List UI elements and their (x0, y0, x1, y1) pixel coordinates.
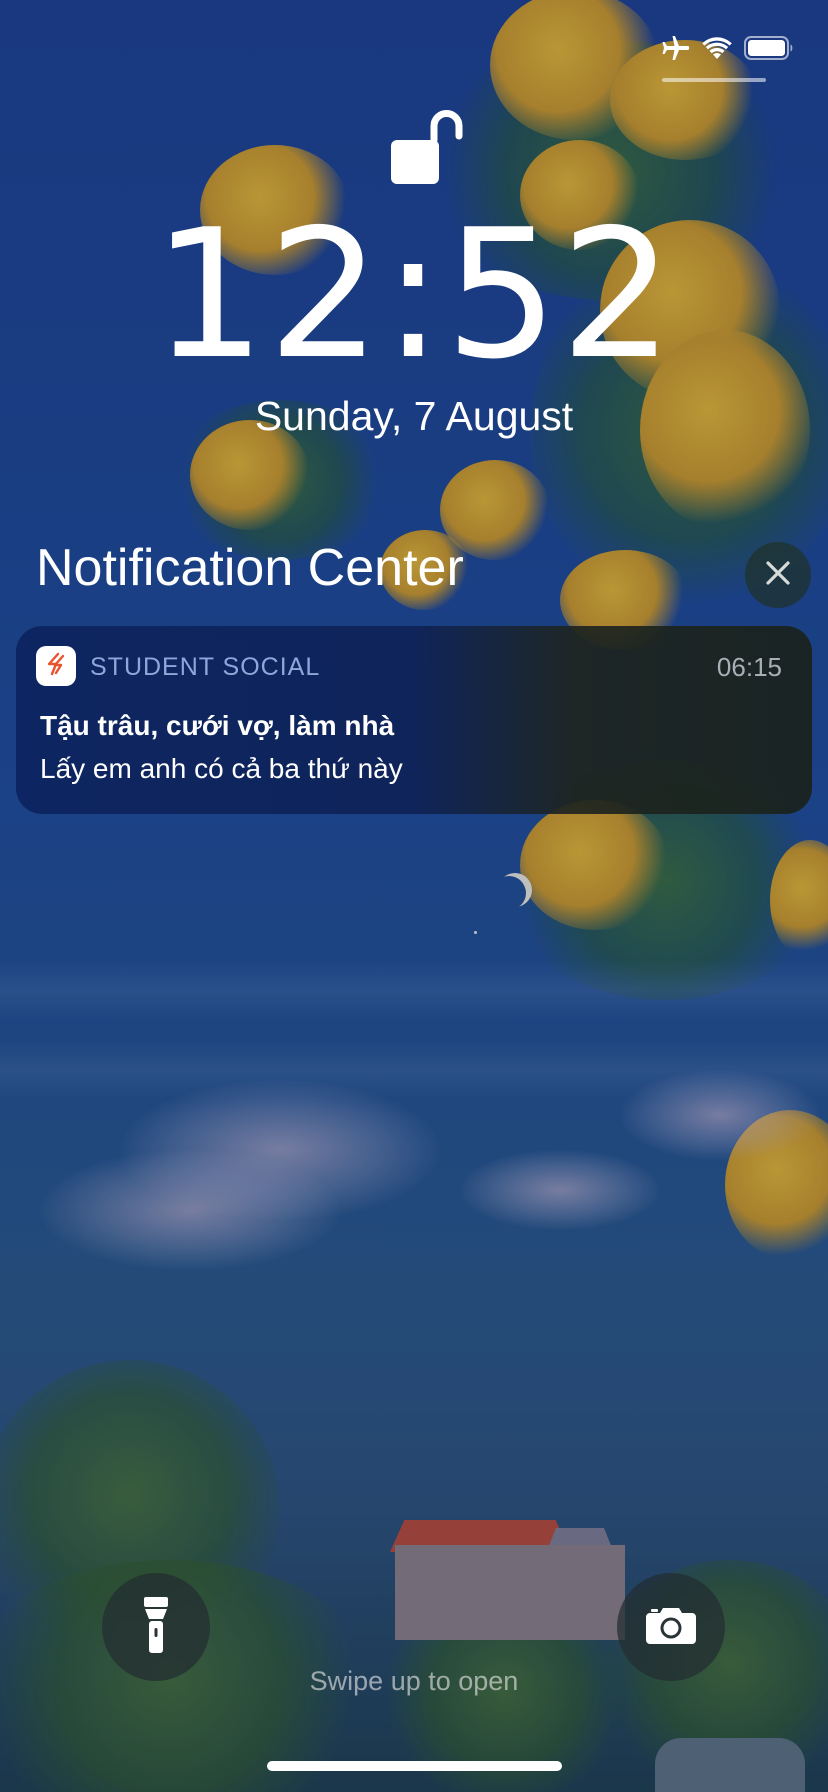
camera-icon (645, 1605, 697, 1650)
status-bar (660, 34, 794, 67)
status-indicator-line (662, 78, 766, 82)
flashlight-button[interactable] (102, 1573, 210, 1681)
lock-screen-date: Sunday, 7 August (254, 393, 574, 439)
notification-body: Lấy em anh có cả ba thứ này (40, 753, 403, 784)
notification-title: Tậu trâu, cưới vợ, làm nhà (40, 710, 395, 741)
notification-card[interactable]: STUDENT SOCIAL 06:15 Tậu trâu, cưới vợ, … (16, 626, 812, 814)
app-icon (36, 646, 76, 686)
battery-icon (744, 36, 794, 65)
home-indicator[interactable] (267, 1761, 562, 1771)
unlocked-padlock-icon (388, 106, 468, 188)
notification-app-name: STUDENT SOCIAL (90, 653, 321, 681)
airplane-icon (660, 34, 690, 67)
flashlight-icon (142, 1595, 170, 1660)
notification-time: 06:15 (716, 652, 782, 682)
swipe-up-hint: Swipe up to open (309, 1666, 519, 1696)
lock-screen-time: 12:52 (152, 191, 676, 398)
close-icon (765, 560, 791, 591)
clear-notifications-button[interactable] (745, 542, 811, 608)
wifi-icon (702, 36, 732, 65)
lock-screen: 12:52 Sunday, 7 August Notification Cent… (0, 0, 828, 1792)
student-social-logo-icon (43, 651, 69, 682)
notification-center-title: Notification Center (36, 539, 464, 597)
camera-button[interactable] (617, 1573, 725, 1681)
